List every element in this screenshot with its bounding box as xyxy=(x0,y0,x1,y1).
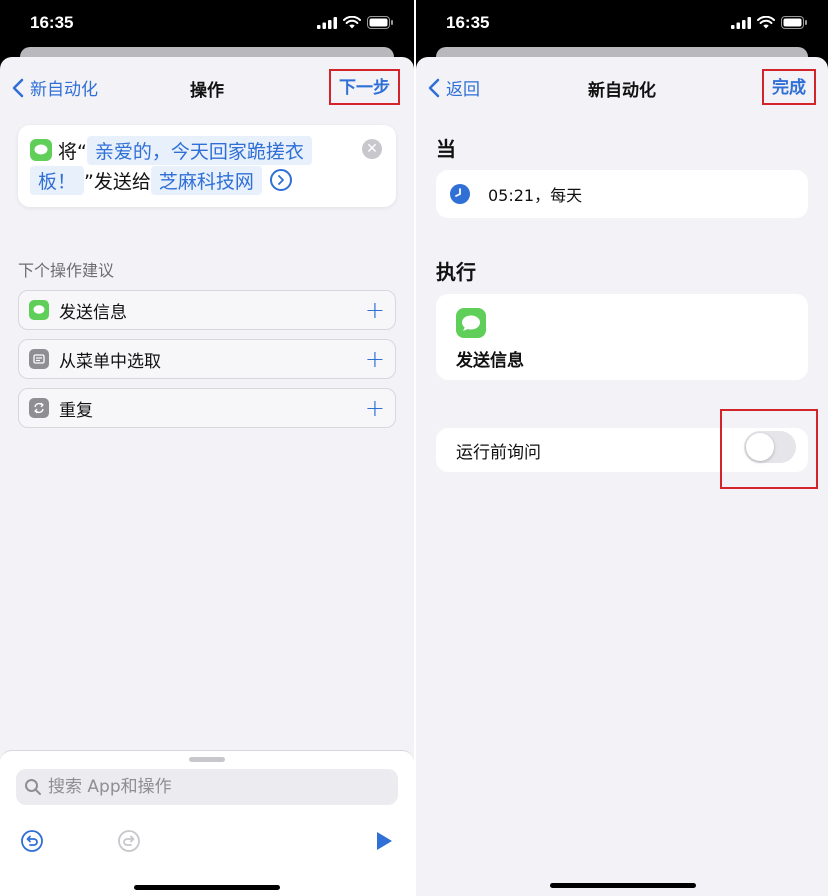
repeat-icon xyxy=(29,398,49,418)
toggle-knob xyxy=(746,433,774,461)
ask-before-running-label: 运行前询问 xyxy=(456,442,541,463)
suggestion-label: 发送信息 xyxy=(59,302,127,323)
cellular-signal-icon xyxy=(317,16,337,29)
suggestion-choose-from-menu[interactable]: 从菜单中选取 + xyxy=(18,339,396,379)
add-icon[interactable]: + xyxy=(365,396,385,420)
back-button-label: 返回 xyxy=(446,80,480,100)
next-button[interactable]: 下一步 xyxy=(329,69,400,105)
new-automation-sheet: 返回 新自动化 完成 当 05:21，每天 执行 发送信息 运行前询问 xyxy=(416,57,828,896)
suggestions-header: 下个操作建议 xyxy=(18,261,115,280)
suggestion-repeat[interactable]: 重复 + xyxy=(18,388,396,428)
page-title: 操作 xyxy=(190,81,224,101)
recipient-token[interactable]: 芝麻科技网 xyxy=(150,165,262,195)
expand-options-icon[interactable] xyxy=(269,169,292,191)
search-icon xyxy=(25,779,41,795)
cellular-signal-icon xyxy=(731,16,751,29)
status-bar: 16:35 xyxy=(0,0,414,46)
actions-sheet: 新自动化 操作 下一步 将“ 亲爱的，今天回家跪搓衣 板！ ”发送给 芝麻科技网 xyxy=(0,57,414,896)
sheet-grabber[interactable] xyxy=(189,757,225,762)
trigger-card[interactable]: 05:21，每天 xyxy=(436,170,808,218)
home-indicator[interactable] xyxy=(134,885,280,890)
action-label: 发送信息 xyxy=(456,351,524,371)
trigger-time-text: 05:21，每天 xyxy=(488,186,583,205)
battery-icon xyxy=(781,16,807,29)
menu-icon xyxy=(29,349,49,369)
navigation-bar: 返回 新自动化 完成 xyxy=(416,57,828,115)
wifi-icon xyxy=(343,16,361,29)
status-icons xyxy=(731,16,808,29)
messages-icon xyxy=(30,139,52,161)
when-heading: 当 xyxy=(436,137,456,161)
status-time: 16:35 xyxy=(30,13,74,32)
add-icon[interactable]: + xyxy=(365,298,385,322)
battery-icon xyxy=(367,16,393,29)
status-icons xyxy=(317,16,394,29)
editor-toolbar xyxy=(0,817,414,867)
chevron-left-icon xyxy=(428,78,440,97)
message-token-continued[interactable]: 板！ xyxy=(30,165,85,195)
send-message-action-card: 将“ 亲爱的，今天回家跪搓衣 板！ ”发送给 芝麻科技网 ✕ xyxy=(18,125,396,207)
back-button[interactable]: 新自动化 xyxy=(12,75,98,100)
action-middle-text: ”发送给 xyxy=(84,170,151,193)
suggestion-label: 重复 xyxy=(59,400,93,421)
clock-icon xyxy=(450,184,470,204)
back-button-label: 新自动化 xyxy=(30,80,98,100)
page-title: 新自动化 xyxy=(588,81,656,101)
search-bar[interactable] xyxy=(16,769,398,805)
redo-icon[interactable] xyxy=(117,829,141,857)
back-button[interactable]: 返回 xyxy=(428,75,480,100)
add-icon[interactable]: + xyxy=(365,347,385,371)
do-heading: 执行 xyxy=(436,260,476,284)
action-card[interactable]: 发送信息 xyxy=(436,294,808,380)
action-search-panel xyxy=(0,750,414,896)
navigation-bar: 新自动化 操作 下一步 xyxy=(0,57,414,115)
suggestion-send-message[interactable]: 发送信息 + xyxy=(18,290,396,330)
action-prefix-text: 将“ xyxy=(58,140,87,163)
right-screen: 16:35 返回 新自动化 完成 当 05:21，每天 执行 发送信息 运行前询… xyxy=(414,0,828,896)
status-bar: 16:35 xyxy=(416,0,828,46)
left-screen: 16:35 新自动化 操作 下一步 将“ 亲爱的，今天回家跪搓衣 板！ ”发送给… xyxy=(0,0,414,896)
chevron-left-icon xyxy=(12,78,24,97)
messages-icon xyxy=(456,308,486,338)
run-play-icon[interactable] xyxy=(374,831,394,855)
message-token[interactable]: 亲爱的，今天回家跪搓衣 xyxy=(86,135,312,165)
ask-before-running-toggle[interactable] xyxy=(744,431,796,463)
remove-action-icon[interactable]: ✕ xyxy=(362,139,382,159)
undo-icon[interactable] xyxy=(20,829,44,857)
wifi-icon xyxy=(757,16,775,29)
status-time: 16:35 xyxy=(446,13,490,32)
done-button[interactable]: 完成 xyxy=(762,69,816,105)
suggestion-label: 从菜单中选取 xyxy=(59,351,161,372)
messages-icon xyxy=(29,300,49,320)
toggle-highlight-frame xyxy=(720,409,818,489)
home-indicator[interactable] xyxy=(550,883,696,888)
search-input[interactable] xyxy=(48,777,348,797)
